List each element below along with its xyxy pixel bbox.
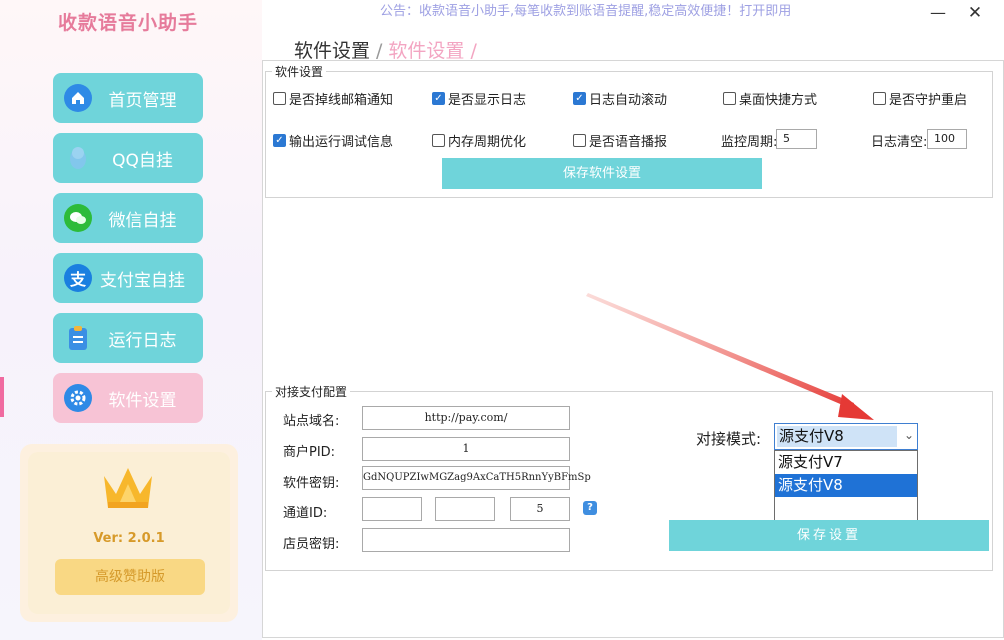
checkbox-voice-broadcast[interactable]: 是否语音播报 <box>573 131 667 150</box>
sidebar-item-label: 运行日志 <box>108 330 177 351</box>
checkbox-desktop-shortcut[interactable]: 桌面快捷方式 <box>723 89 817 108</box>
channel-id-label: 通道ID: <box>283 506 328 521</box>
checkbox-show-log[interactable]: 是否显示日志 <box>432 89 526 108</box>
site-domain-input[interactable]: http://pay.com/ <box>362 406 570 430</box>
checkbox-box[interactable] <box>723 92 736 105</box>
sidebar-item-settings[interactable]: 软件设置 <box>53 373 203 423</box>
gear-icon <box>64 384 92 412</box>
settings-group-legend: 软件设置 <box>275 65 324 79</box>
announcement-text: 公告：收款语音小助手,每笔收款到账语音提醒,稳定高效便捷！打开即用 <box>380 4 792 19</box>
sidebar-item-label: QQ自挂 <box>112 150 173 171</box>
wechat-icon <box>64 204 92 232</box>
dropdown-option-v7[interactable]: 源支付V7 <box>775 451 917 474</box>
checkbox-box[interactable] <box>573 134 586 147</box>
checkbox-label: 是否守护重启 <box>889 93 968 108</box>
sidebar-item-wechat[interactable]: 微信自挂 <box>53 193 203 243</box>
log-clear-label: 日志清空: <box>871 135 928 150</box>
version-label: Ver: 2.0.1 <box>93 531 165 546</box>
checkbox-box[interactable] <box>873 92 886 105</box>
upgrade-button[interactable]: 高级赞助版 <box>55 559 205 595</box>
merchant-pid-label: 商户PID: <box>283 445 336 460</box>
channel-id-input-3[interactable]: 5 <box>510 497 570 521</box>
checkbox-box[interactable] <box>432 134 445 147</box>
breadcrumb-item-1[interactable]: 软件设置 <box>294 40 370 62</box>
integration-mode-label: 对接模式: <box>696 430 762 448</box>
checkbox-email-offline[interactable]: 是否掉线邮箱通知 <box>273 89 393 108</box>
channel-id-input-1[interactable] <box>362 497 422 521</box>
sidebar-item-log[interactable]: 运行日志 <box>53 313 203 363</box>
sidebar-item-label: 支付宝自挂 <box>100 270 185 291</box>
integration-mode-dropdown: 源支付V7 源支付V8 <box>774 450 918 521</box>
breadcrumb-item-2: 软件设置 <box>388 40 465 62</box>
sidebar-item-label: 软件设置 <box>108 390 177 411</box>
secret-key-label: 软件密钥: <box>283 476 340 491</box>
home-icon <box>64 84 92 112</box>
sidebar-item-home[interactable]: 首页管理 <box>53 73 203 123</box>
clerk-key-input[interactable] <box>362 528 570 552</box>
breadcrumb-separator-trailing: / <box>470 40 477 62</box>
sidebar-item-label: 微信自挂 <box>108 210 177 231</box>
checkbox-guard-restart[interactable]: 是否守护重启 <box>873 89 967 108</box>
checkbox-box[interactable] <box>573 92 586 105</box>
checkbox-debug-output[interactable]: 输出运行调试信息 <box>273 131 393 150</box>
checkbox-label: 输出运行调试信息 <box>289 135 394 150</box>
checkbox-log-autoscroll[interactable]: 日志自动滚动 <box>573 89 667 108</box>
checkbox-label: 是否语音播报 <box>589 135 668 150</box>
alipay-icon-glyph: 支 <box>69 270 86 289</box>
site-domain-label: 站点域名: <box>283 414 340 429</box>
breadcrumb: 软件设置 / 软件设置 / <box>294 36 483 63</box>
save-software-settings-button[interactable]: 保存软件设置 <box>442 158 762 189</box>
sidebar-item-alipay[interactable]: 支 支付宝自挂 <box>53 253 203 303</box>
alipay-icon: 支 <box>64 264 92 292</box>
checkbox-memory-optimize[interactable]: 内存周期优化 <box>432 131 526 150</box>
checkbox-label: 是否显示日志 <box>448 93 527 108</box>
checkbox-label: 桌面快捷方式 <box>739 93 818 108</box>
checkbox-label: 日志自动滚动 <box>589 93 668 108</box>
active-indicator <box>0 377 4 417</box>
checkbox-label: 是否掉线邮箱通知 <box>289 93 394 108</box>
annotation-arrow-icon <box>586 293 874 420</box>
sidebar-item-qq[interactable]: QQ自挂 <box>53 133 203 183</box>
breadcrumb-separator: / <box>376 40 383 62</box>
app-title: 收款语音小助手 <box>58 12 199 34</box>
help-icon[interactable]: ? <box>583 501 597 515</box>
chevron-down-icon[interactable]: ⌄ <box>904 428 914 442</box>
monitor-period-input[interactable]: 5 <box>776 129 817 149</box>
checkbox-box[interactable] <box>432 92 445 105</box>
dropdown-option-v8[interactable]: 源支付V8 <box>775 474 917 497</box>
channel-id-input-2[interactable] <box>435 497 495 521</box>
secret-key-input[interactable]: GdNQUPZIwMGZag9AxCaTH5RnnYyBFmSp <box>362 466 591 490</box>
save-payment-settings-button[interactable]: 保存设置 <box>669 520 989 551</box>
crown-icon <box>104 468 152 508</box>
close-button[interactable]: ✕ <box>964 3 986 25</box>
sidebar-item-label: 首页管理 <box>108 90 177 111</box>
monitor-period-label: 监控周期: <box>721 135 778 150</box>
minimize-button[interactable]: — <box>928 3 948 25</box>
checkbox-label: 内存周期优化 <box>448 135 527 150</box>
checkbox-box[interactable] <box>273 92 286 105</box>
merchant-pid-input[interactable]: 1 <box>362 437 570 461</box>
payment-group-legend: 对接支付配置 <box>275 385 348 399</box>
checkbox-box[interactable] <box>273 134 286 147</box>
clerk-key-label: 店员密钥: <box>283 537 340 552</box>
clipboard-icon <box>64 324 92 352</box>
qq-icon <box>64 144 92 172</box>
log-clear-input[interactable]: 100 <box>927 129 967 149</box>
